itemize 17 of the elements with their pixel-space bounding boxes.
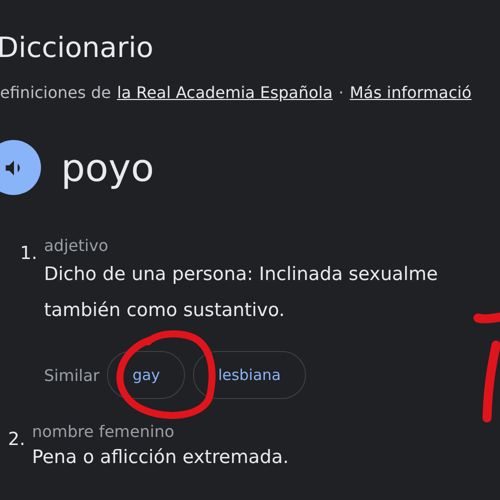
more-info-link[interactable]: Más informació: [350, 84, 472, 102]
dictionary-title: Diccionario: [0, 30, 154, 66]
definition-line: Dicho de una persona: Inclinada sexualme: [44, 263, 438, 287]
separator-text: ·: [338, 84, 344, 102]
definition-line: también como sustantivo.: [44, 299, 286, 323]
definition-line: Pena o aflicción extremada.: [32, 446, 289, 470]
part-of-speech: nombre femenino: [32, 421, 176, 443]
speaker-button[interactable]: [0, 140, 41, 195]
similar-label: Similar: [44, 366, 100, 384]
synonym-chip[interactable]: lesbiana: [193, 351, 306, 399]
part-of-speech: adjetivo: [44, 235, 110, 257]
sense-number: 1.: [20, 242, 38, 266]
synonym-chip[interactable]: gay: [107, 351, 186, 399]
headword: poyo: [61, 144, 154, 192]
source-link[interactable]: la Real Academia Española: [116, 84, 333, 102]
source-text: efiniciones de: [0, 84, 111, 102]
sense-number: 2.: [8, 428, 26, 452]
